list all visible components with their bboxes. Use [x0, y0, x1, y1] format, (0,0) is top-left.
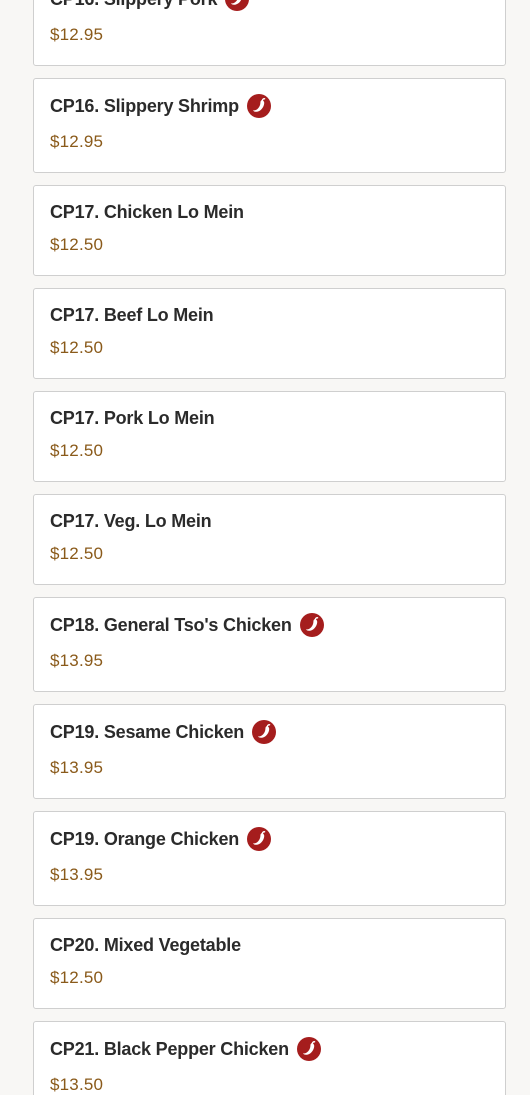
menu-item-price: $12.50	[50, 235, 104, 254]
menu-item-card[interactable]: CP17. Beef Lo Mein $12.50	[33, 288, 506, 379]
hot-pepper-icon	[225, 0, 250, 11]
menu-item-price: $12.95	[50, 25, 104, 44]
menu-item-header: CP19. Sesame Chicken	[50, 705, 489, 744]
menu-item-header: CP18. General Tso's Chicken	[50, 598, 489, 637]
menu-item-header: CP20. Mixed Vegetable	[50, 919, 489, 957]
menu-item-price: $12.95	[50, 132, 104, 151]
menu-item-card[interactable]: CP17. Chicken Lo Mein $12.50	[33, 185, 506, 276]
menu-item-name: CP16. Slippery Pork	[50, 0, 217, 10]
menu-item-name: CP19. Orange Chicken	[50, 828, 240, 849]
menu-item-header: CP19. Orange Chicken	[50, 812, 489, 851]
menu-item-price: $12.50	[50, 968, 104, 987]
menu-item-list: CP16. Slippery Pork $12.95 CP16. Slipper…	[33, 0, 506, 1095]
menu-item-card[interactable]: CP19. Sesame Chicken $13.95	[33, 704, 506, 799]
menu-item-name: CP19. Sesame Chicken	[50, 721, 245, 742]
hot-pepper-icon	[296, 1037, 321, 1061]
menu-item-card[interactable]: CP17. Veg. Lo Mein $12.50	[33, 494, 506, 585]
menu-item-price: $13.95	[50, 651, 104, 670]
menu-item-card[interactable]: CP17. Pork Lo Mein $12.50	[33, 391, 506, 482]
hot-pepper-icon	[247, 827, 272, 851]
menu-item-header: CP21. Black Pepper Chicken	[50, 1022, 489, 1061]
menu-item-header: CP16. Slippery Pork	[50, 0, 489, 11]
menu-item-name: CP16. Slippery Shrimp	[50, 95, 239, 116]
menu-item-card[interactable]: CP21. Black Pepper Chicken $13.50	[33, 1021, 506, 1095]
menu-item-price: $13.95	[50, 865, 104, 884]
menu-item-price: $13.95	[50, 758, 104, 777]
hot-pepper-icon	[299, 613, 324, 637]
menu-item-header: CP17. Beef Lo Mein	[50, 289, 489, 327]
menu-item-name: CP20. Mixed Vegetable	[50, 934, 241, 955]
menu-item-card[interactable]: CP18. General Tso's Chicken $13.95	[33, 597, 506, 692]
menu-item-header: CP16. Slippery Shrimp	[50, 79, 489, 118]
menu-item-name: CP17. Pork Lo Mein	[50, 407, 215, 428]
menu-item-price: $12.50	[50, 544, 104, 563]
menu-item-header: CP17. Chicken Lo Mein	[50, 186, 489, 224]
menu-item-card[interactable]: CP16. Slippery Shrimp $12.95	[33, 78, 506, 173]
menu-viewport: CP16. Slippery Pork $12.95 CP16. Slipper…	[0, 0, 530, 1095]
menu-item-name: CP18. General Tso's Chicken	[50, 614, 292, 635]
menu-item-card[interactable]: CP16. Slippery Pork $12.95	[33, 0, 506, 66]
menu-item-price: $12.50	[50, 338, 104, 357]
menu-item-header: CP17. Veg. Lo Mein	[50, 495, 489, 533]
menu-item-name: CP17. Beef Lo Mein	[50, 304, 214, 325]
menu-item-card[interactable]: CP20. Mixed Vegetable $12.50	[33, 918, 506, 1009]
menu-item-card[interactable]: CP19. Orange Chicken $13.95	[33, 811, 506, 906]
menu-item-name: CP17. Veg. Lo Mein	[50, 510, 212, 531]
menu-item-name: CP17. Chicken Lo Mein	[50, 201, 244, 222]
menu-item-name: CP21. Black Pepper Chicken	[50, 1038, 289, 1059]
menu-item-price: $13.50	[50, 1075, 104, 1094]
menu-item-price: $12.50	[50, 441, 104, 460]
hot-pepper-icon	[246, 94, 271, 118]
menu-item-header: CP17. Pork Lo Mein	[50, 392, 489, 430]
hot-pepper-icon	[252, 720, 277, 744]
